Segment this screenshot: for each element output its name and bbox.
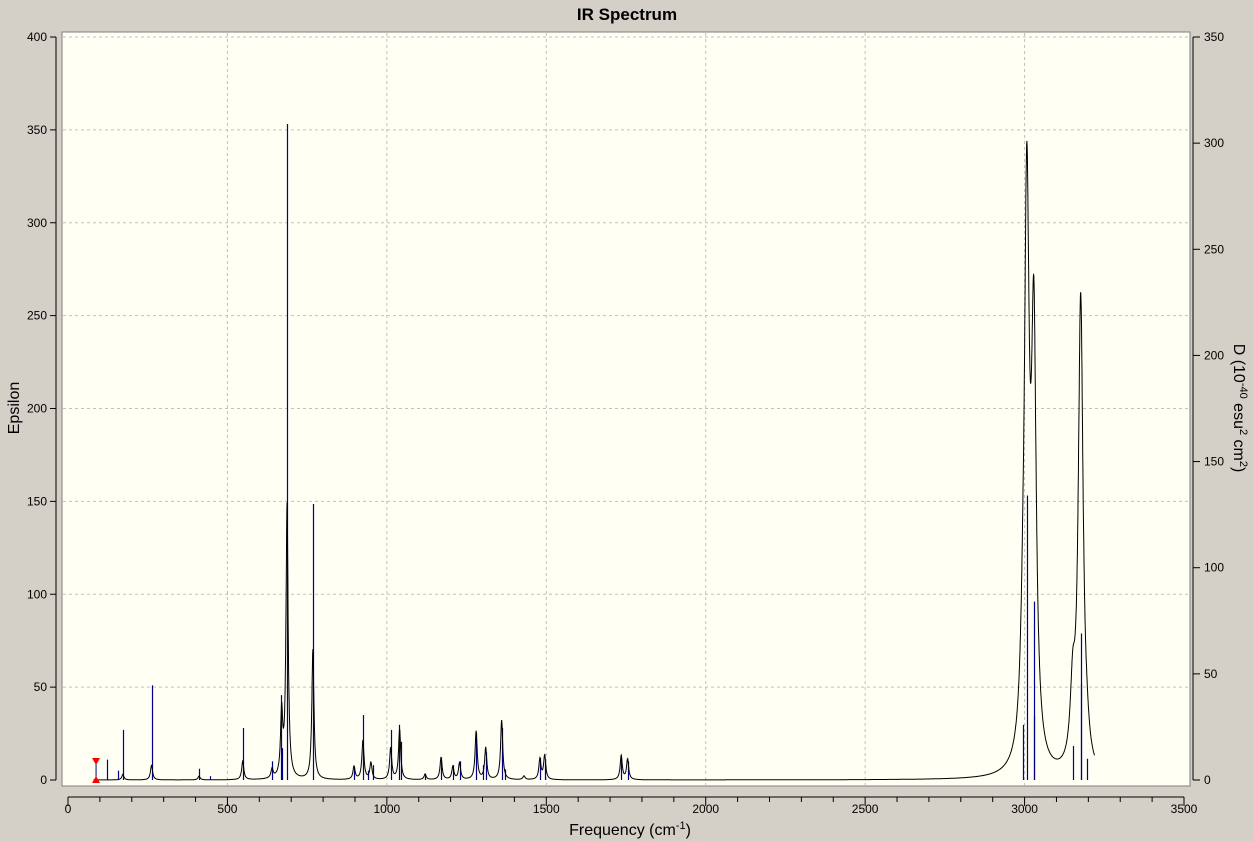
y-tick-label: 300	[27, 216, 47, 230]
y-tick-label: 350	[27, 123, 47, 137]
y2-tick-label: 300	[1204, 136, 1224, 150]
y2-tick-label: 350	[1204, 30, 1224, 44]
ir-spectrum-chart: IR Spectrum 0 500 1000 1500 2000 2500 3000 3500…	[6, 5, 1249, 839]
y2-tick-label: 0	[1204, 773, 1211, 787]
y2-tick-label: 200	[1204, 348, 1224, 362]
y2-tick-label: 100	[1204, 561, 1224, 575]
chart-title: IR Spectrum	[577, 5, 677, 24]
y2-tick-label: 250	[1204, 242, 1224, 256]
y-tick-label: 0	[40, 773, 47, 787]
y2-axis-label: D (10-40 esu2 cm2)	[1230, 344, 1249, 473]
y-axis-label: Epsilon	[6, 382, 23, 434]
y2-tick-label: 50	[1204, 667, 1218, 681]
y-tick-label: 200	[27, 402, 47, 416]
x-axis-label: Frequency (cm-1)	[569, 820, 691, 839]
y-tick-label: 100	[27, 587, 47, 601]
y-tick-label: 400	[27, 30, 47, 44]
y2-tick-label: 150	[1204, 455, 1224, 469]
y-tick-label: 250	[27, 309, 47, 323]
y-tick-label: 150	[27, 494, 47, 508]
y-tick-label: 50	[34, 680, 48, 694]
